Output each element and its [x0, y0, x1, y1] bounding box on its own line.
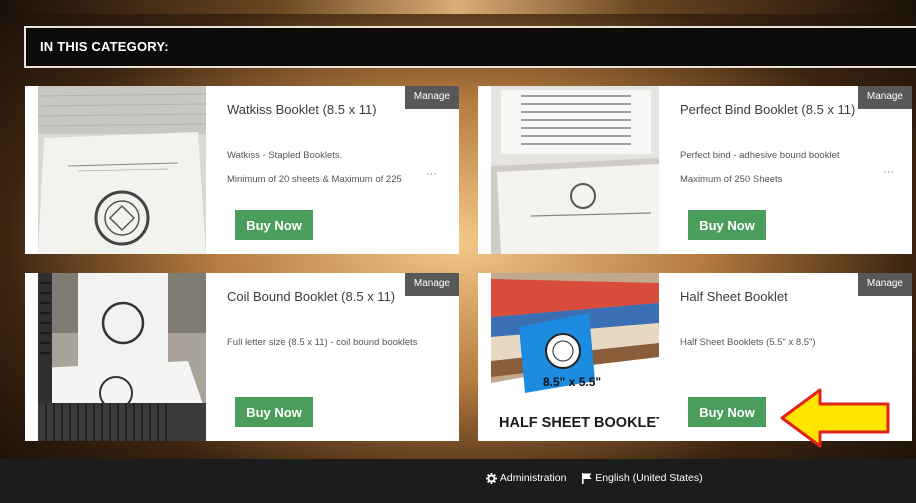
description-line: Watkiss - Stapled Booklets.: [227, 150, 343, 161]
product-description: Full letter size (8.5 x 11) - coil bound…: [227, 331, 442, 355]
product-image-watkiss[interactable]: [38, 86, 206, 254]
manage-button[interactable]: Manage: [857, 273, 912, 296]
gear-icon: [486, 472, 497, 484]
product-image-coil-bound[interactable]: [38, 273, 206, 441]
category-header: IN THIS CATEGORY:: [24, 26, 916, 68]
footer: Administration English (United States): [0, 459, 916, 503]
more-ellipsis[interactable]: ···: [883, 166, 894, 178]
product-title[interactable]: Perfect Bind Booklet (8.5 x 11): [680, 102, 855, 117]
buy-now-button[interactable]: Buy Now: [235, 397, 313, 427]
flag-icon: [582, 472, 592, 484]
manage-button[interactable]: Manage: [404, 86, 459, 109]
language-selector[interactable]: English (United States): [595, 472, 702, 484]
description-line: Full letter size (8.5 x 11) - coil bound…: [227, 337, 418, 348]
description-line: Perfect bind - adhesive bound booklet: [680, 150, 840, 161]
top-gradient-strip: [0, 0, 916, 14]
product-image-perfect-bind[interactable]: [491, 86, 659, 254]
product-description: Watkiss - Stapled Booklets. Minimum of 2…: [227, 144, 442, 192]
description-line: Half Sheet Booklets (5.5" x 8.5"): [680, 337, 816, 348]
product-image-half-sheet[interactable]: 8.5" x 5.5" HALF SHEET BOOKLET: [491, 273, 659, 441]
buy-now-button[interactable]: Buy Now: [688, 397, 766, 427]
product-title[interactable]: Coil Bound Booklet (8.5 x 11): [227, 289, 395, 304]
administration-link[interactable]: Administration: [500, 472, 567, 484]
image-caption: HALF SHEET BOOKLET: [499, 415, 659, 431]
buy-now-button[interactable]: Buy Now: [235, 210, 313, 240]
product-description: Perfect bind - adhesive bound booklet Ma…: [680, 144, 895, 192]
product-card-watkiss: Watkiss Booklet (8.5 x 11) Watkiss - Sta…: [25, 86, 459, 254]
product-card-coil-bound: Coil Bound Booklet (8.5 x 11) Full lette…: [25, 273, 459, 441]
buy-now-button[interactable]: Buy Now: [688, 210, 766, 240]
category-header-label: IN THIS CATEGORY:: [40, 39, 169, 54]
description-line: Minimum of 20 sheets & Maximum of 225: [227, 174, 402, 185]
more-ellipsis[interactable]: ···: [426, 168, 437, 180]
image-size-label: 8.5" x 5.5": [543, 375, 601, 389]
footer-links: Administration English (United States): [486, 472, 703, 484]
manage-button[interactable]: Manage: [857, 86, 912, 109]
product-title[interactable]: Half Sheet Booklet: [680, 289, 788, 304]
callout-arrow-left-icon: [780, 388, 890, 448]
manage-button[interactable]: Manage: [404, 273, 459, 296]
product-title[interactable]: Watkiss Booklet (8.5 x 11): [227, 102, 377, 117]
product-card-perfect-bind: Perfect Bind Booklet (8.5 x 11) Perfect …: [478, 86, 912, 254]
description-line: Maximum of 250 Sheets: [680, 174, 783, 185]
product-description: Half Sheet Booklets (5.5" x 8.5"): [680, 331, 895, 355]
